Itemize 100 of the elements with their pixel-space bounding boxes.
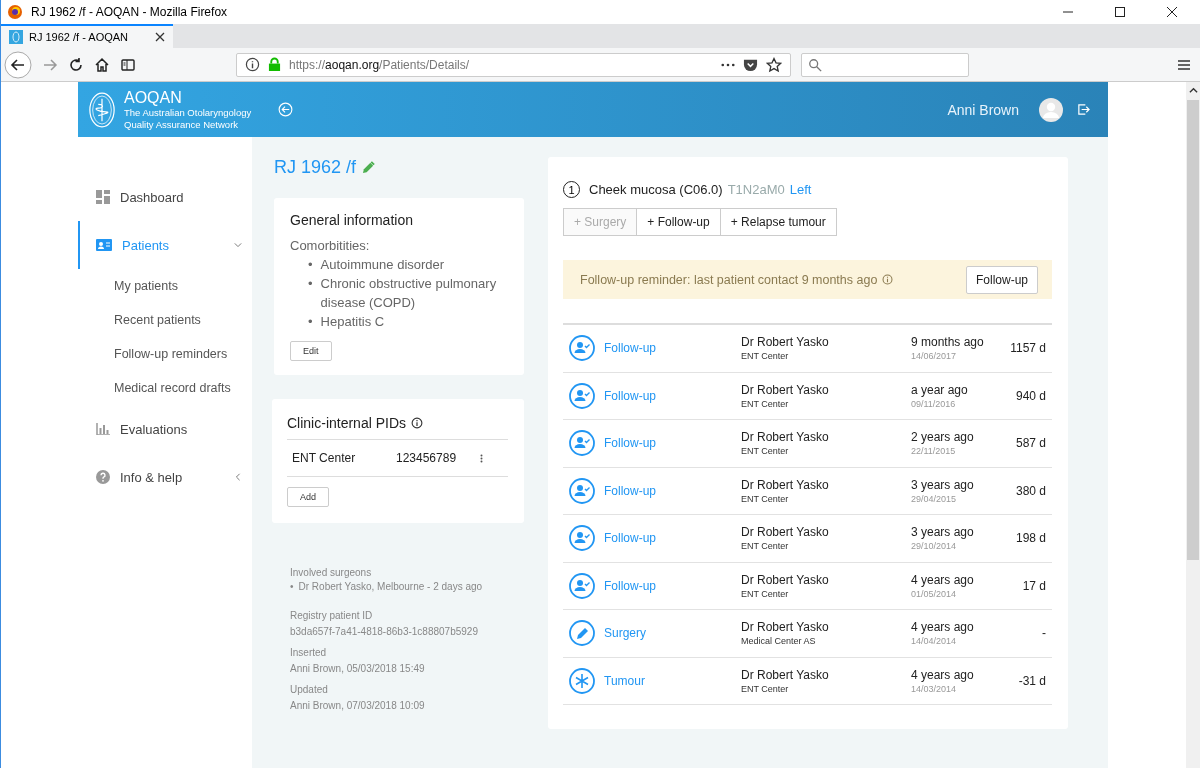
card-title: Clinic-internal PIDs [287,415,407,431]
app-name: AOQAN [124,88,183,107]
center-name: ENT Center [741,398,790,409]
person-check-icon [569,382,595,409]
surgeons-label: Involved surgeons [290,567,373,578]
pen-icon [569,620,595,647]
add-event-button[interactable]: + Relapse tumour [719,208,837,236]
surgeon-name: Dr Robert Yasko [741,430,830,445]
avatar-icon[interactable] [1039,97,1063,122]
lock-icon [268,57,281,72]
reload-icon[interactable] [68,56,84,73]
comorbidity-item: Autoimmune disorder [320,256,445,274]
dashboard-icon [96,190,110,204]
browser-tab[interactable]: RJ 1962 /f - AOQAN [1,24,173,48]
person-check-icon [569,430,595,457]
person-check-icon [569,525,595,552]
sidebar-subitem[interactable]: Medical record drafts [78,371,252,405]
user-name[interactable]: Anni Brown [947,101,1019,118]
center-name: ENT Center [741,588,790,599]
scroll-up-icon[interactable] [1188,86,1198,95]
sidebar-subitem[interactable]: My patients [78,269,252,303]
home-icon[interactable] [94,56,110,73]
days-value: 17 d [1021,578,1046,593]
surgeon-name: Dr Robert Yasko [741,525,830,540]
sidebar-subitem[interactable]: Follow-up reminders [78,337,252,371]
pencil-icon[interactable] [362,161,376,174]
sidebar-item[interactable]: Dashboard [78,173,252,221]
star-icon[interactable] [766,56,782,73]
comorbidity-item: Chronic obstructive pulmonary disease (COPD) [320,275,498,312]
person-check-icon [569,477,595,504]
search-icon [808,57,822,72]
edit-button[interactable]: Edit [290,341,332,361]
surgeon-name: Dr Robert Yasko [741,477,830,492]
days-value: 587 d [1014,436,1046,451]
patient-title: RJ 1962 /f [274,157,357,178]
event-date: 14/06/2017 [911,351,958,362]
scrollbar[interactable] [1186,82,1200,768]
center-name: ENT Center [741,446,790,457]
maximize-icon[interactable] [1114,6,1126,18]
sidebar-subitem[interactable]: Recent patients [78,303,252,337]
kebab-menu-icon[interactable] [480,452,483,464]
days-value: 1157 d [1009,341,1046,356]
tumour-stage: T1N2aM0 [727,182,785,197]
relative-time: 4 years ago [911,620,975,635]
bullet: • [290,581,294,592]
center-name: ENT Center [741,493,790,504]
field-label: Registry patient ID [290,610,374,621]
help-icon [96,470,110,484]
id-card-icon [96,239,112,251]
relative-time: 2 years ago [911,430,975,445]
app-subtitle: The Australian Otolaryngology Quality Assurance Network [124,106,253,131]
scroll-thumb[interactable] [1187,100,1199,560]
pocket-icon[interactable] [743,57,758,72]
add-button[interactable]: Add [287,487,329,507]
logout-icon[interactable] [1077,103,1090,116]
card-title: General information [290,212,413,228]
info-icon[interactable] [245,57,260,72]
center-name: ENT Center [741,351,790,362]
days-value: 380 d [1014,483,1046,498]
field-value: Anni Brown, 05/03/2018 15:49 [290,663,426,674]
event-date: 29/10/2014 [911,541,958,552]
tumour-site: Cheek mucosa (C06.0) [589,182,723,197]
bar-chart-icon [96,423,110,435]
back-icon[interactable] [4,50,32,79]
center-name: ENT Center [741,541,790,552]
clinic-name: ENT Center [292,451,357,465]
add-event-button[interactable]: + Follow-up [636,208,721,236]
more-icon[interactable] [721,62,735,67]
surgeon-name: Dr Robert Yasko [741,335,830,350]
center-name: Medical Center AS [741,636,817,647]
follow-up-button[interactable]: Follow-up [965,265,1038,294]
relative-time: 9 months ago [911,335,985,350]
relative-time: a year ago [911,382,969,397]
event-date: 14/03/2014 [911,683,958,694]
field-value: b3da657f-7a41-4818-86b3-1c88807b5929 [290,626,479,637]
close-tab-icon[interactable] [155,32,165,42]
person-check-icon [569,572,595,599]
event-date: 29/04/2015 [911,493,958,504]
bullet: • [308,313,313,331]
days-value: 940 d [1014,388,1046,403]
address-bar[interactable]: https://aoqan.org/Patients/Details/ [236,52,791,77]
days-value: 198 d [1014,531,1046,546]
collapse-sidebar-icon[interactable] [278,102,293,117]
forward-icon[interactable] [42,56,58,73]
surgeon-name: Dr Robert Yasko [741,382,830,397]
info-icon[interactable] [411,417,424,429]
window-title: RJ 1962 /f - AOQAN - Mozilla Firefox [31,5,228,19]
surgeon-name: Dr Robert Yasko [741,620,830,635]
sidebar-item[interactable]: Info & help [78,453,252,501]
event-date: 09/11/2016 [911,398,957,409]
surgeon-name: Dr Robert Yasko [741,572,830,587]
close-icon[interactable] [1166,6,1178,18]
sidebar-item[interactable]: Evaluations [78,405,252,453]
surgeon-name: Dr Robert Yasko [741,667,830,682]
field-label: Updated [290,684,329,695]
sidebar-icon[interactable] [120,56,136,73]
search-field[interactable] [801,52,969,77]
field-value: Anni Brown, 07/03/2018 10:09 [290,700,426,711]
person-check-icon [569,335,595,362]
event-date: 14/04/2014 [911,636,958,647]
